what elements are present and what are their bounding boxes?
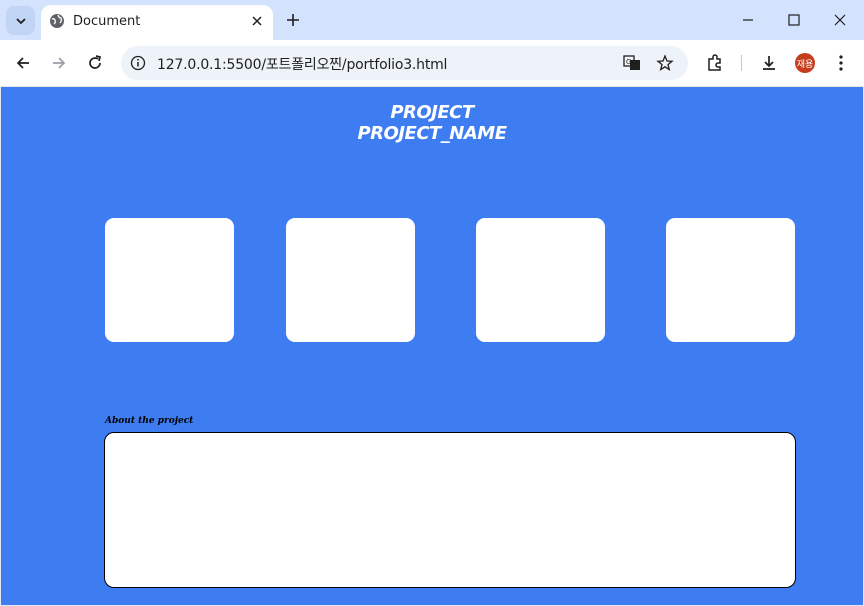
page-title: PROJECT PROJECT_NAME [1,102,863,144]
menu-dots-icon[interactable] [831,53,851,73]
globe-icon [50,14,64,28]
project-card-3 [476,218,605,342]
reload-icon[interactable] [85,53,105,73]
about-project-box [104,432,796,588]
maximize-icon[interactable] [784,10,804,30]
back-arrow-icon[interactable] [13,53,33,73]
page-viewport: PROJECT PROJECT_NAME About the project [1,87,863,605]
extensions-icon[interactable] [705,53,725,73]
tab-title: Document [73,14,141,29]
browser-tab[interactable]: Document [41,5,273,40]
new-tab-icon[interactable] [283,10,303,30]
download-icon[interactable] [759,53,779,73]
forward-arrow-icon[interactable] [49,53,69,73]
url-text: 127.0.0.1:5500/포트폴리오찐/portfolio3.html [157,57,448,73]
project-card-2 [286,218,415,342]
project-card-4 [666,218,795,342]
project-card-1 [105,218,234,342]
page-title-line-1: PROJECT [390,102,474,123]
svg-text:G: G [626,58,631,66]
site-info-icon[interactable] [130,55,146,71]
address-bar[interactable]: 127.0.0.1:5500/포트폴리오찐/portfolio3.html G [121,46,688,80]
page-title-line-2: PROJECT_NAME [357,123,507,144]
close-icon[interactable] [249,13,265,29]
chevron-down-icon [15,17,26,24]
browser-toolbar: 127.0.0.1:5500/포트폴리오찐/portfolio3.html G … [0,40,864,87]
bookmark-star-icon[interactable] [656,54,674,72]
tab-search-button[interactable] [6,6,35,35]
minimize-icon[interactable] [738,10,758,30]
window-close-icon[interactable] [830,10,850,30]
profile-avatar[interactable]: 재용 [795,53,815,73]
browser-tab-bar: Document [0,0,864,40]
translate-icon[interactable]: G [623,54,641,72]
toolbar-divider [741,55,742,71]
about-label: About the project [105,416,194,426]
